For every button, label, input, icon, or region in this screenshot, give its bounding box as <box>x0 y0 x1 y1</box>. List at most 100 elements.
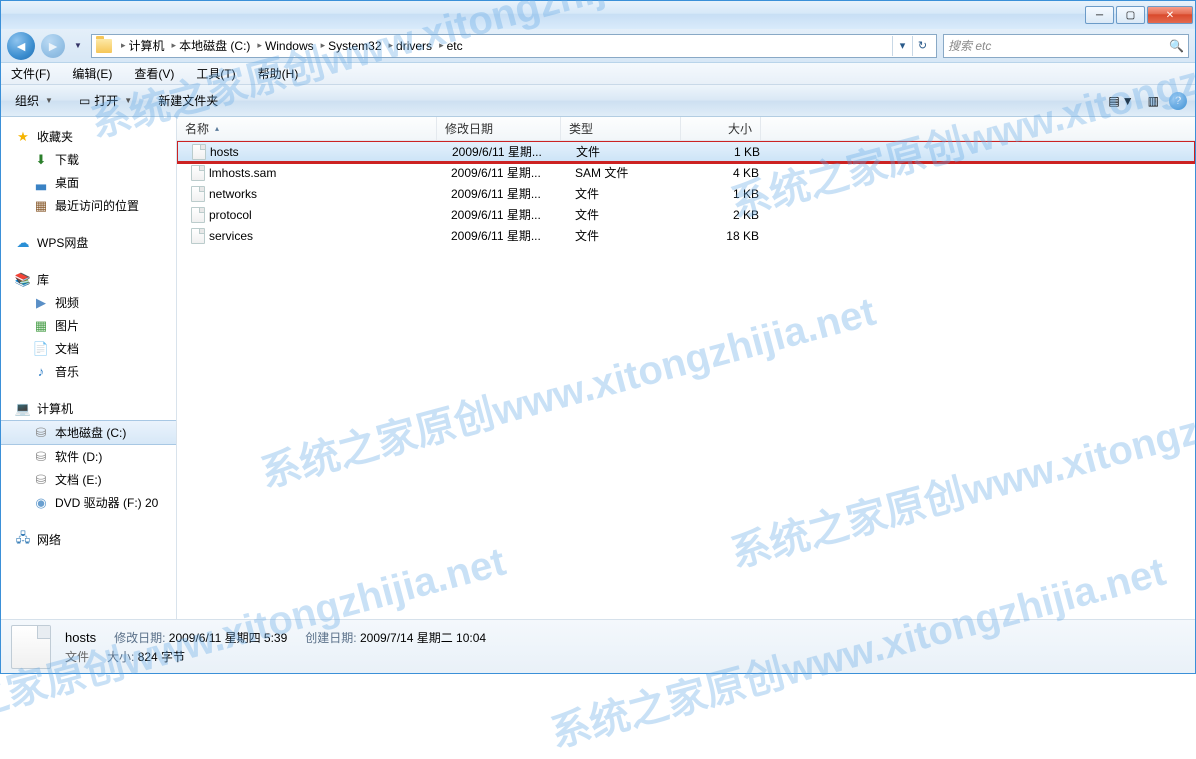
file-type: 文件 <box>567 227 687 244</box>
network-icon: 🖧 <box>15 532 31 548</box>
drive-icon: ⛁ <box>33 425 49 441</box>
search-icon[interactable]: 🔍 <box>1169 39 1184 53</box>
back-button[interactable]: ◄ <box>7 32 35 60</box>
search-placeholder: 搜索 etc <box>948 37 991 54</box>
breadcrumb: ▸Windows <box>252 35 315 57</box>
file-type: SAM 文件 <box>567 164 687 181</box>
close-button[interactable]: ✕ <box>1147 6 1193 24</box>
breadcrumb: ▸计算机 <box>116 35 167 57</box>
menu-view[interactable]: 查看(V) <box>130 63 178 84</box>
file-row[interactable]: protocol2009/6/11 星期...文件2 KB <box>177 204 1195 225</box>
file-row[interactable]: hosts2009/6/11 星期...文件1 KB <box>177 141 1195 162</box>
sort-asc-icon: ▴ <box>215 124 219 133</box>
navigation-bar: ◄ ► ▼ ▸计算机 ▸本地磁盘 (C:) ▸Windows ▸System32… <box>1 29 1195 63</box>
file-row[interactable]: services 2009/6/11 星期...文件18 KB <box>177 225 1195 246</box>
file-list[interactable]: hosts2009/6/11 星期...文件1 KBlmhosts.sam200… <box>177 141 1195 619</box>
open-button[interactable]: ▭打开▼ <box>73 89 138 112</box>
column-type[interactable]: 类型 <box>561 117 681 140</box>
sidebar-item-desktop[interactable]: ▃桌面 <box>1 171 176 194</box>
computer-icon: 💻 <box>15 401 31 417</box>
menu-tools[interactable]: 工具(T) <box>192 63 239 84</box>
maximize-button[interactable]: ▢ <box>1116 6 1145 24</box>
sidebar-item-dvd[interactable]: ◉DVD 驱动器 (F:) 20 <box>1 491 176 514</box>
file-name: protocol <box>209 208 252 222</box>
folder-icon <box>96 39 112 53</box>
file-list-pane: 名称▴ 修改日期 类型 大小 hosts2009/6/11 星期...文件1 K… <box>177 117 1195 619</box>
address-bar[interactable]: ▸计算机 ▸本地磁盘 (C:) ▸Windows ▸System32 ▸driv… <box>91 34 937 58</box>
sidebar-item-drive-e[interactable]: ⛁文档 (E:) <box>1 468 176 491</box>
file-date: 2009/6/11 星期... <box>444 143 568 160</box>
file-icon <box>191 165 205 181</box>
sidebar-item-pictures[interactable]: ▦图片 <box>1 314 176 337</box>
sidebar-item-videos[interactable]: ▶视频 <box>1 291 176 314</box>
menu-help[interactable]: 帮助(H) <box>254 63 303 84</box>
preview-icon: ▥ <box>1148 94 1159 108</box>
sidebar-item-drive-c[interactable]: ⛁本地磁盘 (C:) <box>1 420 176 445</box>
sidebar-item-music[interactable]: ♪音乐 <box>1 360 176 383</box>
sidebar-item-documents[interactable]: 📄文档 <box>1 337 176 360</box>
drive-icon: ⛁ <box>33 472 49 488</box>
organize-button[interactable]: 组织▼ <box>9 89 59 112</box>
column-size[interactable]: 大小 <box>681 117 761 140</box>
sidebar-item-downloads[interactable]: ⬇下载 <box>1 148 176 171</box>
column-name[interactable]: 名称▴ <box>177 117 437 140</box>
title-bar[interactable]: ─ ▢ ✕ <box>1 1 1195 29</box>
file-size: 1 KB <box>687 187 767 201</box>
breadcrumb: ▸本地磁盘 (C:) <box>167 35 253 57</box>
breadcrumb: ▸System32 <box>316 35 384 57</box>
details-pane: hosts 修改日期: 2009/6/11 星期四 5:39 创建日期: 200… <box>1 619 1195 673</box>
view-mode-button[interactable]: ▤▼ <box>1104 92 1137 110</box>
file-row[interactable]: networks2009/6/11 星期...文件1 KB <box>177 183 1195 204</box>
star-icon: ★ <box>15 129 31 145</box>
column-date[interactable]: 修改日期 <box>437 117 561 140</box>
menu-file[interactable]: 文件(F) <box>7 63 54 84</box>
menu-edit[interactable]: 编辑(E) <box>68 63 116 84</box>
open-icon: ▭ <box>79 94 90 108</box>
file-icon <box>191 207 205 223</box>
file-date: 2009/6/11 星期... <box>443 185 567 202</box>
sidebar-computer[interactable]: 💻计算机 <box>1 397 176 420</box>
sidebar-favorites[interactable]: ★收藏夹 <box>1 125 176 148</box>
file-name: hosts <box>210 145 239 159</box>
cloud-icon: ☁ <box>15 235 31 251</box>
navigation-pane[interactable]: ★收藏夹 ⬇下载 ▃桌面 ▦最近访问的位置 ☁WPS网盘 📚库 ▶视频 ▦图片 … <box>1 117 177 619</box>
file-date: 2009/6/11 星期... <box>443 227 567 244</box>
breadcrumb: ▸etc <box>434 35 465 57</box>
library-icon: 📚 <box>15 272 31 288</box>
sidebar-wps[interactable]: ☁WPS网盘 <box>1 231 176 254</box>
toolbar: 组织▼ ▭打开▼ 新建文件夹 ▤▼ ▥ ? <box>1 85 1195 117</box>
history-dropdown[interactable]: ▼ <box>71 41 85 50</box>
view-icon: ▤ <box>1108 94 1119 108</box>
file-icon <box>191 228 205 244</box>
sidebar-libraries[interactable]: 📚库 <box>1 268 176 291</box>
desktop-icon: ▃ <box>33 175 49 191</box>
forward-button[interactable]: ► <box>41 34 65 58</box>
file-size: 18 KB <box>687 229 767 243</box>
details-filetype: 文件 <box>65 648 89 665</box>
sidebar-item-recent[interactable]: ▦最近访问的位置 <box>1 194 176 217</box>
refresh-button[interactable]: ↻ <box>912 36 932 56</box>
file-icon <box>11 625 51 669</box>
explorer-window: ─ ▢ ✕ ◄ ► ▼ ▸计算机 ▸本地磁盘 (C:) ▸Windows ▸Sy… <box>0 0 1196 674</box>
new-folder-button[interactable]: 新建文件夹 <box>152 89 224 112</box>
preview-pane-button[interactable]: ▥ <box>1144 92 1163 110</box>
document-icon: 📄 <box>33 341 49 357</box>
sidebar-network[interactable]: 🖧网络 <box>1 528 176 551</box>
search-input[interactable]: 搜索 etc 🔍 <box>943 34 1189 58</box>
file-date: 2009/6/11 星期... <box>443 206 567 223</box>
file-name: services <box>209 229 253 243</box>
address-dropdown[interactable]: ▾ <box>892 36 912 56</box>
drive-icon: ⛁ <box>33 449 49 465</box>
file-icon <box>192 144 206 160</box>
file-row[interactable]: lmhosts.sam2009/6/11 星期...SAM 文件4 KB <box>177 162 1195 183</box>
column-headers: 名称▴ 修改日期 类型 大小 <box>177 117 1195 141</box>
file-name: lmhosts.sam <box>209 166 276 180</box>
file-type: 文件 <box>568 143 688 160</box>
minimize-button[interactable]: ─ <box>1085 6 1114 24</box>
dvd-icon: ◉ <box>33 495 49 511</box>
file-type: 文件 <box>567 185 687 202</box>
sidebar-item-drive-d[interactable]: ⛁软件 (D:) <box>1 445 176 468</box>
help-button[interactable]: ? <box>1169 92 1187 110</box>
music-icon: ♪ <box>33 364 49 380</box>
menu-bar: 文件(F) 编辑(E) 查看(V) 工具(T) 帮助(H) <box>1 63 1195 85</box>
